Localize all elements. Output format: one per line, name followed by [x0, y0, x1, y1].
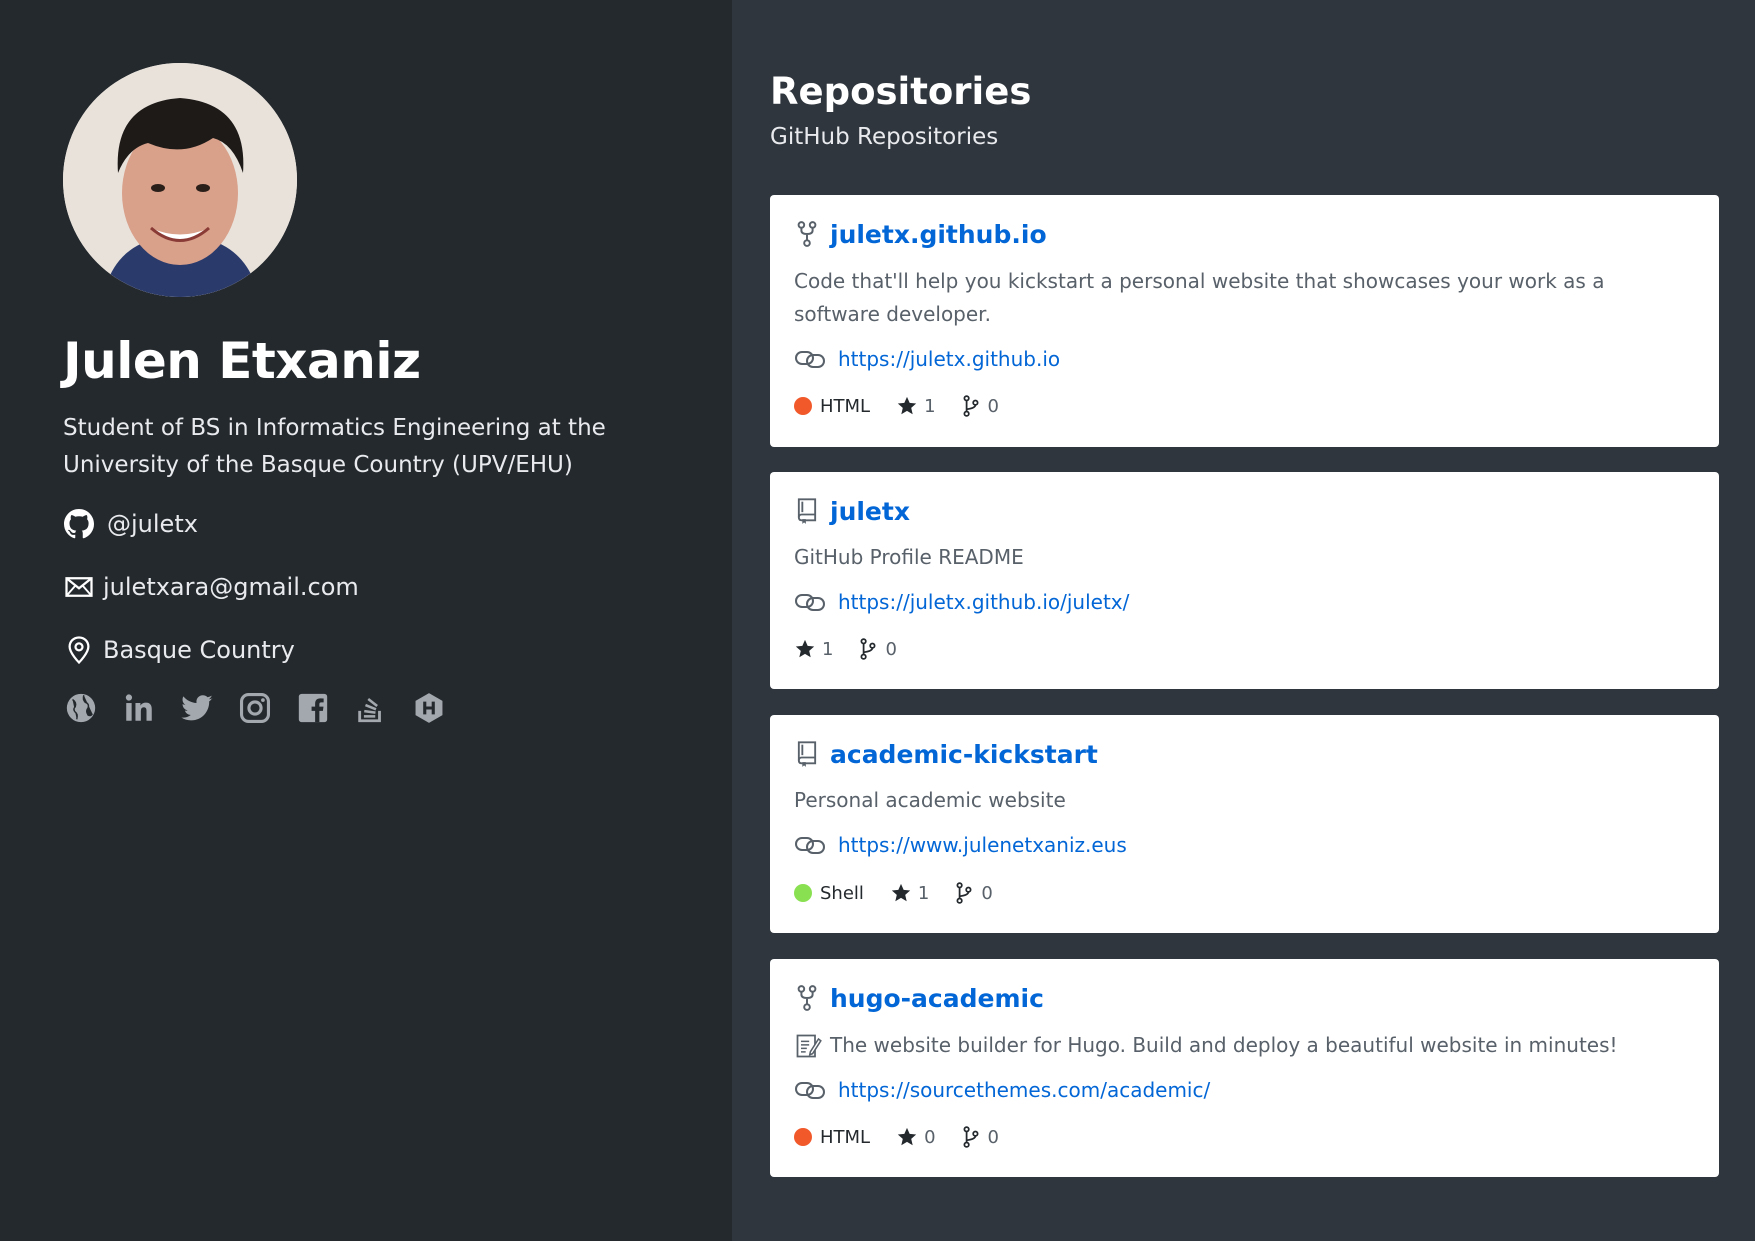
repo-forks[interactable]: 0 [960, 1126, 999, 1148]
repo-name-link[interactable]: academic-kickstart [830, 740, 1098, 769]
language-color-dot [794, 884, 812, 902]
linkedin-icon[interactable] [121, 690, 157, 726]
repo-language: Shell [794, 883, 864, 904]
language-name: HTML [820, 395, 871, 417]
github-icon [63, 508, 95, 540]
facebook-icon[interactable] [295, 690, 331, 726]
star-icon [795, 639, 815, 658]
location-text: Basque Country [103, 636, 295, 664]
repo-meta: 1 0 [794, 638, 921, 660]
repo-language: HTML [794, 1127, 870, 1148]
fork-icon [794, 983, 820, 1013]
github-handle-row[interactable]: @juletx [63, 507, 198, 541]
location-pin-icon [63, 634, 95, 666]
repo-homepage: https://juletx.github.io [794, 346, 1060, 372]
profile-sidebar: Julen Etxaniz Student of BS in Informati… [0, 0, 732, 1241]
language-name: HTML [820, 1126, 871, 1148]
star-icon [897, 396, 917, 415]
repo-stars[interactable]: 1 [896, 395, 936, 417]
repo-card: juletx.github.io Code that'll help you k… [770, 195, 1719, 447]
star-count: 1 [924, 395, 936, 417]
twitter-icon[interactable] [179, 690, 215, 726]
repo-card: juletx GitHub Profile README https://jul… [770, 472, 1719, 689]
star-count: 1 [822, 638, 834, 660]
repo-homepage: https://sourcethemes.com/academic/ [794, 1077, 1210, 1103]
instagram-icon[interactable] [237, 690, 273, 726]
repo-url-link[interactable]: https://www.julenetxaniz.eus [838, 833, 1127, 857]
repo-meta: HTML 1 0 [794, 395, 1023, 417]
repo-meta: Shell 1 0 [794, 882, 1017, 904]
repo-forks[interactable]: 0 [953, 882, 993, 904]
github-handle[interactable]: @juletx [107, 510, 198, 538]
repositories-subtitle: GitHub Repositories [770, 124, 999, 150]
repo-card: hugo-academic The website builder for Hu… [770, 959, 1719, 1177]
repo-header: juletx.github.io [794, 219, 1047, 249]
repo-name-link[interactable]: juletx [830, 497, 910, 526]
repo-forks[interactable]: 0 [960, 395, 999, 417]
repo-name-link[interactable]: juletx.github.io [830, 220, 1047, 249]
repo-name-link[interactable]: hugo-academic [830, 984, 1044, 1013]
repo-homepage: https://juletx.github.io/juletx/ [794, 589, 1129, 615]
link-icon [795, 594, 825, 611]
repo-url-link[interactable]: https://juletx.github.io/juletx/ [838, 590, 1129, 614]
repo-header: academic-kickstart [794, 739, 1098, 769]
mail-icon [63, 571, 95, 603]
star-icon [891, 883, 911, 902]
repo-header: hugo-academic [794, 983, 1044, 1013]
repo-book-icon [794, 496, 820, 526]
star-count: 1 [917, 882, 930, 904]
fork-icon [794, 219, 820, 249]
fork-count: 0 [987, 1126, 999, 1148]
repo-stars[interactable]: 1 [794, 638, 833, 660]
email-address[interactable]: juletxara@gmail.com [103, 573, 359, 601]
email-row[interactable]: juletxara@gmail.com [63, 570, 359, 604]
repo-description: The website builder for Hugo. Build and … [794, 1029, 1694, 1062]
repo-header: juletx [794, 496, 910, 526]
language-color-dot [794, 1128, 812, 1146]
fork-count-icon [956, 882, 972, 904]
repo-url-link[interactable]: https://sourcethemes.com/academic/ [838, 1078, 1210, 1102]
link-icon [795, 1082, 825, 1099]
fork-count-icon [963, 395, 979, 417]
language-name: Shell [820, 882, 864, 904]
repo-book-icon [794, 739, 820, 769]
fork-count: 0 [981, 882, 993, 904]
description-note-icon [796, 1034, 822, 1058]
repo-url-link[interactable]: https://juletx.github.io [838, 347, 1060, 371]
fork-count: 0 [885, 638, 897, 660]
repo-homepage: https://www.julenetxaniz.eus [794, 832, 1127, 858]
globe-icon[interactable] [63, 690, 99, 726]
repo-card: academic-kickstart Personal academic web… [770, 715, 1719, 933]
fork-count: 0 [987, 395, 999, 417]
stackoverflow-icon[interactable] [353, 690, 389, 726]
link-icon [795, 837, 825, 854]
fork-count-icon [963, 1126, 979, 1148]
star-icon [897, 1127, 917, 1146]
avatar [63, 63, 297, 297]
repo-stars[interactable]: 1 [890, 882, 929, 904]
repo-stars[interactable]: 0 [896, 1126, 936, 1148]
repo-description-text: The website builder for Hugo. Build and … [830, 1033, 1618, 1057]
hackerrank-icon[interactable] [411, 690, 447, 726]
repo-description: GitHub Profile README [794, 545, 1024, 569]
link-icon [795, 351, 825, 368]
star-count: 0 [924, 1126, 936, 1148]
profile-bio: Student of BS in Informatics Engineering… [63, 415, 606, 478]
repo-description: Code that'll help you kickstart a person… [794, 269, 1605, 326]
repositories-title: Repositories [770, 70, 1032, 113]
location-row: Basque Country [63, 633, 295, 667]
repo-forks[interactable]: 0 [857, 638, 897, 660]
social-links [63, 690, 469, 726]
repo-meta: HTML 0 0 [794, 1126, 1023, 1148]
language-color-dot [794, 397, 812, 415]
repo-language: HTML [794, 396, 870, 417]
repo-description: Personal academic website [794, 788, 1066, 812]
profile-name: Julen Etxaniz [63, 332, 421, 390]
fork-count-icon [860, 638, 876, 660]
